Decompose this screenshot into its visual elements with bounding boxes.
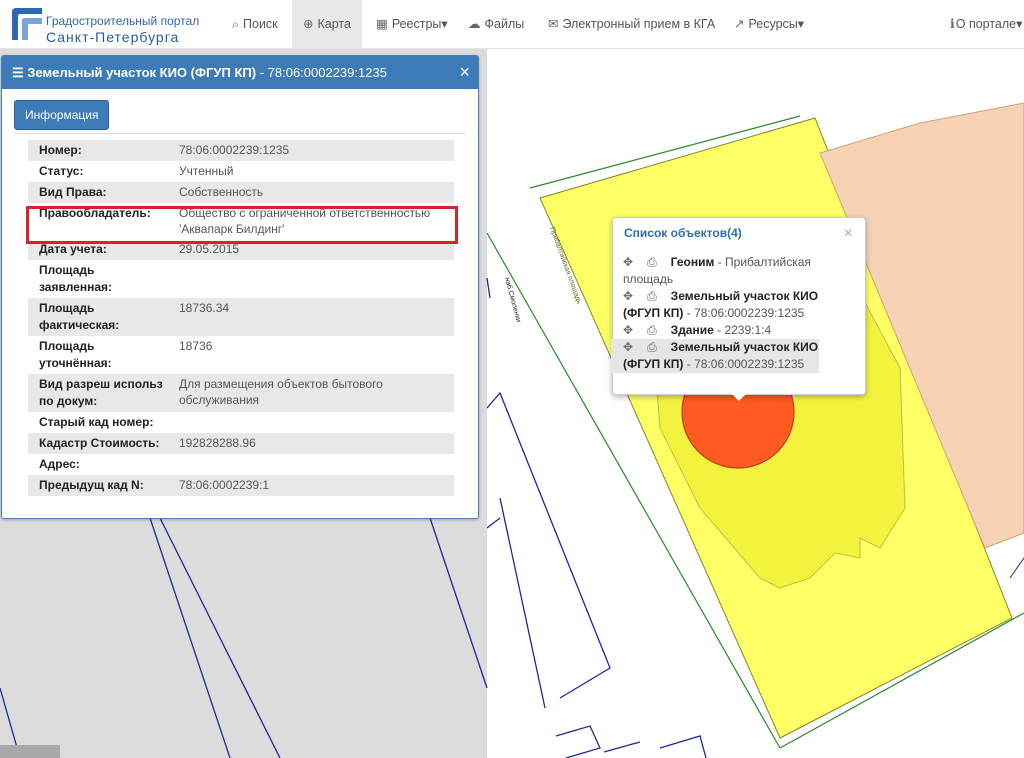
table-row: Номер: 78:06:0002239:1235 [28,140,454,161]
nav-about[interactable]: ℹО портале▾ [950,0,1022,48]
panel-header: ☰ Земельный участок КИО (ФГУП КП) - 78:0… [2,56,478,89]
row-value: 78:06:0002239:1235 [179,143,290,157]
panel-title-id: 78:06:0002239:1235 [267,65,387,80]
item-name: Геоним [670,255,715,269]
table-row: Кадастр Стоимость: 192828288.96 [28,433,454,454]
row-label: Адрес: [39,457,80,471]
table-row: Вид Права: Собственность [28,182,454,203]
row-label: Статус: [39,164,84,178]
item-detail: - 78:06:0002239:1235 [683,306,805,320]
row-label: Предыдущ кад N: [39,478,144,492]
external-link-icon: ↗ [734,17,745,31]
close-icon[interactable]: × [844,225,853,243]
panel-title-separator: - [256,65,268,80]
row-label: Площадь уточнённая: [39,339,112,370]
popup-title: Список объектов(4) [624,226,742,240]
info-icon: ℹ [950,17,955,31]
list-item-selected[interactable]: ✥ ⎙ Земельный участок КИО (ФГУП КП) - 78:0… [611,339,819,373]
top-navbar: Градостроительный портал Санкт-Петербург… [0,0,1024,49]
item-name: Здание [670,323,714,337]
nav-e-reception[interactable]: ✉ Электронный прием в КГА [548,0,715,48]
list-item[interactable]: ✥ ⎙ Земельный участок КИО (ФГУП КП) - 78:0… [623,288,845,322]
table-row: Площадь уточнённая: 18736 [28,336,454,374]
portal-logo[interactable] [8,4,44,42]
list-icon: ☰ [12,65,24,80]
globe-icon: ⊕ [303,17,314,31]
row-value: Учтенный [179,164,234,178]
close-icon[interactable]: × [459,56,470,89]
table-row: Адрес: [28,454,454,475]
row-value [179,260,454,298]
row-label: Площадь заявленная: [39,263,113,294]
panel-title: Земельный участок КИО (ФГУП КП) [27,65,257,80]
object-info-panel: ☰ Земельный участок КИО (ФГУП КП) - 78:0… [1,55,479,519]
nav-search[interactable]: ⌕ Поиск [232,0,278,48]
row-value: 78:06:0002239:1 [179,478,270,492]
move-icon[interactable]: ✥ [623,289,639,303]
brand-line-1[interactable]: Градостроительный портал [46,14,199,28]
table-row: Статус: Учтенный [28,161,454,182]
table-row: Предыдущ кад N: 78:06:0002239:1 [28,475,454,496]
item-detail: - 2239:1:4 [713,323,772,337]
row-value: 192828288.96 [179,436,256,450]
move-icon[interactable]: ✥ [623,255,639,269]
tab-divider [14,133,466,134]
print-icon[interactable]: ⎙ [647,323,663,337]
move-icon[interactable]: ✥ [623,323,639,337]
chat-icon: ✉ [548,17,559,31]
map-control-stub[interactable] [0,745,60,758]
row-value [199,412,454,433]
nav-registries[interactable]: ▦ Реестры▾ [376,0,448,48]
list-item[interactable]: ✥ ⎙ Геоним - Прибалтийская площадь [623,254,845,288]
table-row: Вид разреш использ по докум: Для размещен… [28,374,454,412]
print-icon[interactable]: ⎙ [647,255,663,269]
table-row: Площадь фактическая: 18736.34 [28,298,454,336]
list-item[interactable]: ✥ ⎙ Здание - 2239:1:4 [623,322,845,339]
row-label: Вид разреш использ по докум: [39,377,163,408]
table-row: Старый кад номер: [28,412,454,433]
print-icon[interactable]: ⎙ [647,289,663,303]
popup-pointer [730,392,748,401]
brand-line-2[interactable]: Санкт-Петербурга [46,29,179,45]
table-icon: ▦ [376,17,388,31]
highlight-box [26,206,458,244]
row-label: Вид Права: [39,185,107,199]
row-value: Для размещения объектов бытового обслужи… [179,377,383,407]
nav-map[interactable]: ⊕ Карта [292,0,362,48]
svg-text:наб.Смоленки: наб.Смоленки [503,276,523,323]
row-value: 18736 [179,339,213,353]
move-icon[interactable]: ✥ [623,340,639,354]
cloud-icon: ☁ [468,17,481,31]
row-value [179,454,454,475]
row-value: Собственность [179,185,264,199]
nav-resources[interactable]: ↗ Ресурсы▾ [734,0,804,48]
tab-information[interactable]: Информация [14,100,110,130]
print-icon[interactable]: ⎙ [647,340,663,354]
row-label: Номер: [39,143,82,157]
objects-list-popup: Список объектов(4) × ✥ ⎙ Геоним - Прибалти… [611,217,866,401]
item-detail: - 78:06:0002239:1235 [683,357,805,371]
popup-list: ✥ ⎙ Геоним - Прибалтийская площадь ✥ ⎙ Земел… [611,254,845,373]
row-label: Площадь фактическая: [39,301,120,332]
row-label: Кадастр Стоимость: [39,436,160,450]
row-label: Старый кад номер: [39,415,154,429]
attributes-table: Номер: 78:06:0002239:1235 Статус: Учтенный… [28,140,454,496]
row-value: 18736.34 [179,301,230,315]
search-icon: ⌕ [232,17,240,31]
nav-files[interactable]: ☁ Файлы [468,0,524,48]
table-row: Площадь заявленная: [28,260,454,298]
